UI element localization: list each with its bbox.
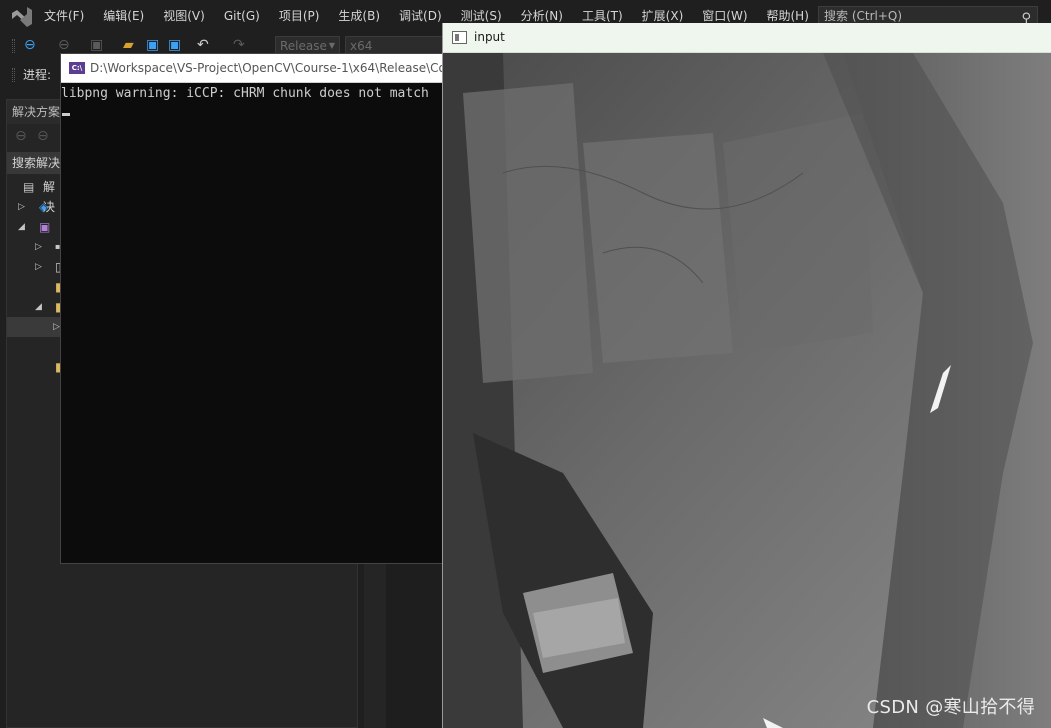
console-app-icon: C:\ — [69, 62, 85, 74]
chevron-right-icon[interactable]: ▷ — [18, 197, 25, 217]
tree-item-solution[interactable]: ▤ 解决 — [7, 177, 61, 214]
undo-icon[interactable]: ↶ — [197, 37, 209, 53]
process-toolbar-grip[interactable] — [12, 68, 15, 82]
console-output-line: libpng warning: iCCP: cHRM chunk does no… — [61, 86, 429, 101]
open-folder-icon[interactable]: ▰ — [123, 37, 134, 53]
chevron-down-icon[interactable]: ◢ — [18, 217, 25, 237]
platform-value: x64 — [350, 39, 373, 53]
watermark-text: CSDN @寒山拾不得 — [866, 697, 1035, 718]
tree-item-selected[interactable]: ▷ — [7, 317, 61, 337]
grayscale-image — [443, 53, 1051, 728]
project-icon: ◈ — [39, 200, 49, 214]
project-icon: ▣ — [39, 220, 51, 234]
solution-icon: ▤ — [23, 180, 35, 194]
menu-build[interactable]: 生成(B) — [338, 8, 380, 24]
toolbar-grip[interactable] — [12, 39, 15, 53]
configuration-value: Release — [280, 39, 327, 53]
menu-extensions[interactable]: 扩展(X) — [642, 8, 684, 24]
chevron-right-icon[interactable]: ▷ — [35, 237, 42, 257]
tree-item[interactable]: ▮ — [7, 277, 62, 297]
menu-git[interactable]: Git(G) — [224, 8, 260, 24]
menu-view[interactable]: 视图(V) — [163, 8, 205, 24]
forward-icon[interactable]: ⊖ — [58, 37, 70, 53]
console-output[interactable]: libpng warning: iCCP: cHRM chunk does no… — [61, 83, 447, 563]
grayscale-photo — [443, 53, 1051, 728]
menu-test[interactable]: 测试(S) — [461, 8, 502, 24]
back-icon[interactable]: ⊖ — [15, 128, 27, 144]
save-icon[interactable]: ▣ — [146, 37, 159, 53]
save-all-icon[interactable]: ▣ — [168, 37, 181, 53]
redo-icon[interactable]: ↷ — [233, 37, 245, 53]
image-window-title-bar[interactable]: input — [443, 23, 1051, 53]
forward-icon[interactable]: ⊖ — [37, 128, 49, 144]
visual-studio-logo-icon[interactable] — [10, 6, 34, 28]
tree-item[interactable]: ◢ ▣ — [7, 217, 61, 237]
new-item-icon[interactable]: ▣ — [90, 37, 103, 53]
process-label: 进程: — [23, 68, 52, 82]
tree-item[interactable]: ▷ ▯ — [7, 257, 62, 277]
image-window: input — [442, 23, 1051, 728]
menu-file[interactable]: 文件(F) — [44, 8, 84, 24]
menu-analyze[interactable]: 分析(N) — [521, 8, 563, 24]
menu-edit[interactable]: 编辑(E) — [103, 8, 144, 24]
tree-item[interactable]: ▮ — [7, 357, 62, 377]
chevron-right-icon[interactable]: ▷ — [35, 257, 42, 277]
menu-items: 文件(F) 编辑(E) 视图(V) Git(G) 项目(P) 生成(B) 调试(… — [44, 8, 828, 24]
image-window-title: input — [474, 30, 505, 44]
search-placeholder: 搜索 (Ctrl+Q) — [824, 9, 903, 23]
menu-window[interactable]: 窗口(W) — [702, 8, 747, 24]
tree-item[interactable]: ▷ ▪ — [7, 237, 61, 257]
chevron-right-icon[interactable]: ▷ — [53, 317, 60, 337]
desktop: 文件(F) 编辑(E) 视图(V) Git(G) 项目(P) 生成(B) 调试(… — [0, 0, 1051, 728]
tree-item[interactable]: ▷ ◈ — [7, 197, 61, 217]
chevron-down-icon[interactable]: ◢ — [35, 297, 42, 317]
back-icon[interactable]: ⊖ — [24, 37, 36, 53]
window-app-icon — [452, 31, 467, 44]
console-window-title: D:\Workspace\VS-Project\OpenCV\Course-1\… — [90, 61, 447, 75]
menu-project[interactable]: 项目(P) — [279, 8, 320, 24]
console-cursor — [62, 113, 70, 116]
console-window: C:\ D:\Workspace\VS-Project\OpenCV\Cours… — [60, 53, 448, 564]
menu-debug[interactable]: 调试(D) — [399, 8, 442, 24]
menu-help[interactable]: 帮助(H) — [767, 8, 809, 24]
console-title-bar[interactable]: C:\ D:\Workspace\VS-Project\OpenCV\Cours… — [61, 54, 447, 83]
menu-tools[interactable]: 工具(T) — [582, 8, 623, 24]
tree-item[interactable]: ◢ ▮ — [7, 297, 62, 317]
